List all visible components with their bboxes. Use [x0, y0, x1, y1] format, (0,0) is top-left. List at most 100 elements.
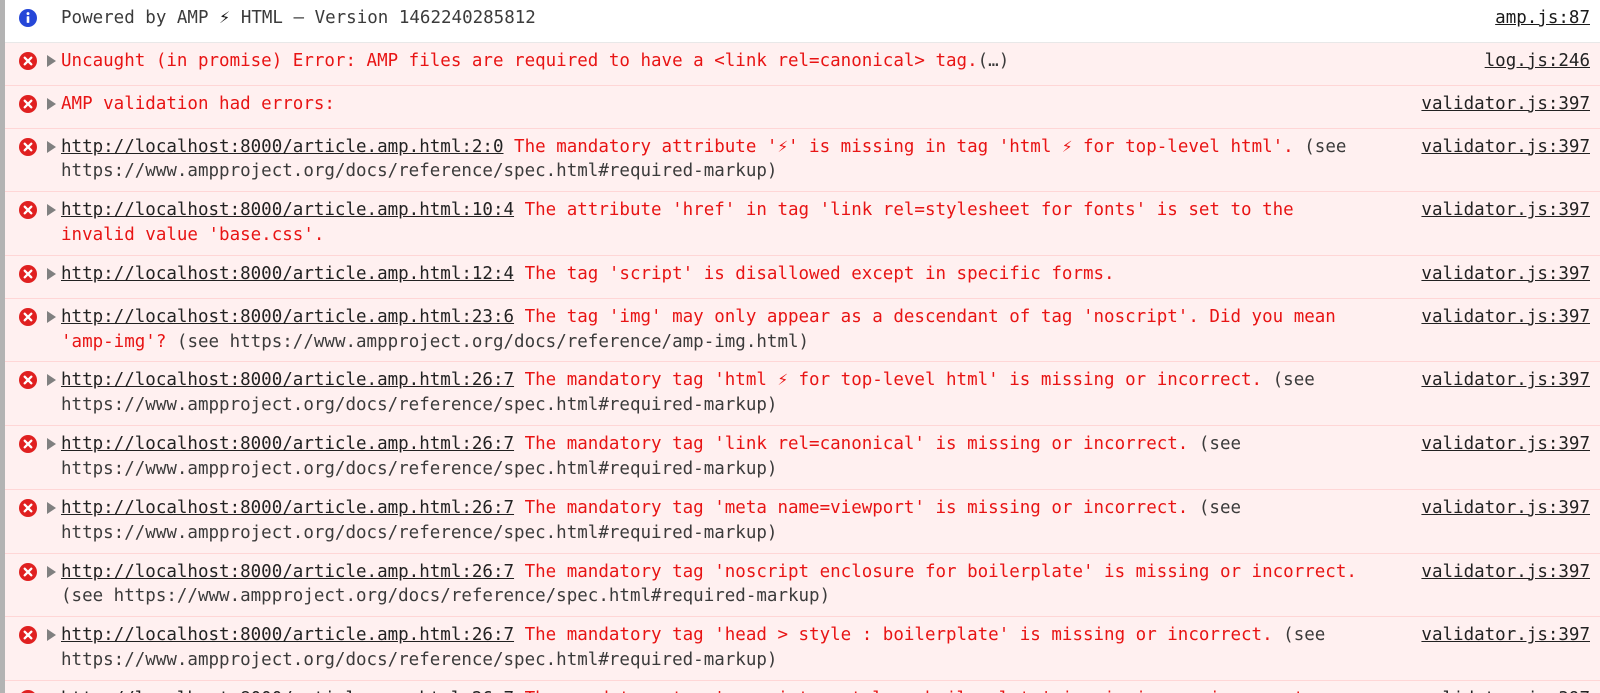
source-location-cell: validator.js:397: [1380, 305, 1590, 330]
console-row-icon-cell: [15, 496, 41, 525]
error-icon: [19, 626, 37, 652]
console-row[interactable]: http://localhost:8000/article.amp.html:2…: [5, 298, 1600, 363]
source-url-link[interactable]: http://localhost:8000/article.amp.html:2…: [61, 625, 514, 645]
chevron-right-icon[interactable]: [46, 629, 56, 642]
chevron-right-icon[interactable]: [46, 140, 56, 153]
source-location-link[interactable]: validator.js:397: [1421, 434, 1590, 454]
chevron-right-icon[interactable]: [46, 501, 56, 514]
source-location-link[interactable]: validator.js:397: [1421, 625, 1590, 645]
disclosure-triangle-icon[interactable]: [41, 305, 61, 323]
disclosure-triangle-icon[interactable]: [41, 623, 61, 642]
chevron-right-icon[interactable]: [46, 438, 56, 451]
source-location-link[interactable]: validator.js:397: [1421, 562, 1590, 582]
console-message-text: Powered by AMP ⚡ HTML – Version 14622402…: [61, 6, 1380, 31]
source-location-link[interactable]: validator.js:397: [1421, 137, 1590, 157]
source-location-link[interactable]: amp.js:87: [1495, 8, 1590, 28]
message-main-text: The mandatory tag 'meta name=viewport' i…: [514, 497, 1199, 518]
chevron-right-icon[interactable]: [46, 267, 56, 280]
disclosure-triangle-icon[interactable]: [41, 560, 61, 578]
console-row[interactable]: http://localhost:8000/article.amp.html:2…: [5, 128, 1600, 193]
disclosure-triangle-icon[interactable]: [41, 49, 61, 67]
console-row-icon-cell: [15, 623, 41, 652]
disclosure-triangle-icon[interactable]: [41, 135, 61, 153]
message-main-text: The mandatory tag 'head > style : boiler…: [514, 625, 1284, 646]
source-location-link[interactable]: validator.js:397: [1421, 200, 1590, 220]
message-detail-text: HTML – Version 1462240285812: [230, 8, 536, 28]
error-icon: [19, 94, 37, 121]
source-location-link[interactable]: validator.js:397: [1421, 498, 1590, 518]
source-url-link[interactable]: http://localhost:8000/article.amp.html:2…: [61, 434, 514, 454]
source-location-link[interactable]: validator.js:397: [1421, 94, 1590, 114]
error-icon: [19, 435, 37, 461]
console-message-text: http://localhost:8000/article.amp.html:2…: [61, 623, 1380, 673]
chevron-right-icon[interactable]: [46, 54, 56, 67]
source-url-link[interactable]: http://localhost:8000/article.amp.html:1…: [61, 264, 514, 284]
source-url-link[interactable]: http://localhost:8000/article.amp.html:2…: [61, 498, 514, 518]
chevron-right-icon[interactable]: [46, 565, 56, 578]
chevron-right-icon[interactable]: [46, 204, 56, 217]
console-row[interactable]: AMP validation had errors: validator.js:3…: [5, 85, 1600, 129]
console-row[interactable]: http://localhost:8000/article.amp.html:1…: [5, 255, 1600, 299]
error-icon: [19, 137, 37, 164]
source-url-link[interactable]: http://localhost:8000/article.amp.html:2…: [61, 307, 514, 327]
source-location-cell: validator.js:397: [1380, 92, 1590, 117]
console-row[interactable]: http://localhost:8000/article.amp.html:1…: [5, 192, 1600, 256]
console-message-text: http://localhost:8000/article.amp.html:2…: [61, 368, 1380, 418]
chevron-right-icon[interactable]: [46, 374, 56, 387]
error-icon: [19, 562, 37, 589]
source-location-cell: log.js:246: [1380, 49, 1590, 74]
console-row[interactable]: Uncaught (in promise) Error: AMP files a…: [5, 42, 1600, 86]
console-row[interactable]: http://localhost:8000/article.amp.html:2…: [5, 489, 1600, 554]
source-url-link[interactable]: http://localhost:8000/article.amp.html:2…: [61, 137, 504, 157]
source-location-link[interactable]: validator.js:397: [1421, 264, 1590, 284]
error-icon: [19, 201, 37, 227]
console-message-text: http://localhost:8000/article.amp.html:2…: [61, 135, 1380, 185]
console-row[interactable]: http://localhost:8000/article.amp.html:2…: [5, 426, 1600, 490]
disclosure-triangle-icon[interactable]: [41, 496, 61, 514]
console-message-text: AMP validation had errors:: [61, 92, 1380, 117]
source-location-cell: validator.js:397: [1380, 560, 1590, 585]
source-location-link[interactable]: validator.js:397: [1421, 307, 1590, 327]
console-message-text: Uncaught (in promise) Error: AMP files a…: [61, 49, 1380, 74]
amp-bolt-icon: ⚡: [219, 8, 231, 27]
source-location-link[interactable]: validator.js:397: [1421, 370, 1590, 390]
source-location-link[interactable]: validator.js:397: [1421, 689, 1590, 693]
disclosure-triangle-icon[interactable]: [41, 92, 61, 110]
message-main-text: The mandatory tag 'link rel=canonical' i…: [514, 434, 1199, 455]
disclosure-triangle-icon[interactable]: [41, 368, 61, 387]
source-location-cell: validator.js:397: [1380, 135, 1590, 160]
message-detail-text: (…): [977, 50, 1010, 71]
source-url-link[interactable]: http://localhost:8000/article.amp.html:1…: [61, 200, 514, 220]
disclosure-triangle-icon[interactable]: [41, 687, 61, 693]
console-row-icon-cell: [15, 92, 41, 121]
source-location-cell: validator.js:397: [1380, 687, 1590, 693]
console-row[interactable]: http://localhost:8000/article.amp.html:2…: [5, 362, 1600, 427]
console-row[interactable]: http://localhost:8000/article.amp.html:2…: [5, 553, 1600, 618]
console-row[interactable]: Powered by AMP ⚡ HTML – Version 14622402…: [5, 0, 1600, 43]
source-url-link[interactable]: http://localhost:8000/article.amp.html:2…: [61, 562, 514, 582]
message-main-text: AMP validation had errors:: [61, 93, 335, 114]
source-location-link[interactable]: log.js:246: [1485, 51, 1590, 71]
message-main-text: The tag 'script' is disallowed except in…: [514, 263, 1115, 284]
chevron-right-icon[interactable]: [46, 310, 56, 323]
console-message-text: http://localhost:8000/article.amp.html:2…: [61, 687, 1380, 693]
console-row-icon-cell: [15, 687, 41, 693]
disclosure-triangle-icon[interactable]: [41, 198, 61, 217]
error-icon: [19, 51, 37, 78]
console-row[interactable]: http://localhost:8000/article.amp.html:2…: [5, 617, 1600, 681]
console-row-icon-cell: [15, 432, 41, 461]
console-row[interactable]: http://localhost:8000/article.amp.html:2…: [5, 680, 1600, 693]
source-location-cell: validator.js:397: [1380, 198, 1590, 223]
console-message-list[interactable]: Powered by AMP ⚡ HTML – Version 14622402…: [0, 0, 1600, 693]
source-location-cell: validator.js:397: [1380, 262, 1590, 287]
error-icon: [19, 307, 37, 334]
chevron-right-icon[interactable]: [46, 97, 56, 110]
disclosure-triangle-icon[interactable]: [41, 432, 61, 451]
source-url-link[interactable]: http://localhost:8000/article.amp.html:2…: [61, 370, 514, 390]
disclosure-triangle-icon[interactable]: [41, 262, 61, 280]
error-icon: [19, 264, 37, 291]
message-main-text: The mandatory tag 'noscript enclosure fo…: [514, 561, 1368, 582]
console-message-text: http://localhost:8000/article.amp.html:2…: [61, 305, 1380, 355]
console-row-icon-cell: [15, 262, 41, 291]
source-url-link[interactable]: http://localhost:8000/article.amp.html:2…: [61, 689, 514, 693]
